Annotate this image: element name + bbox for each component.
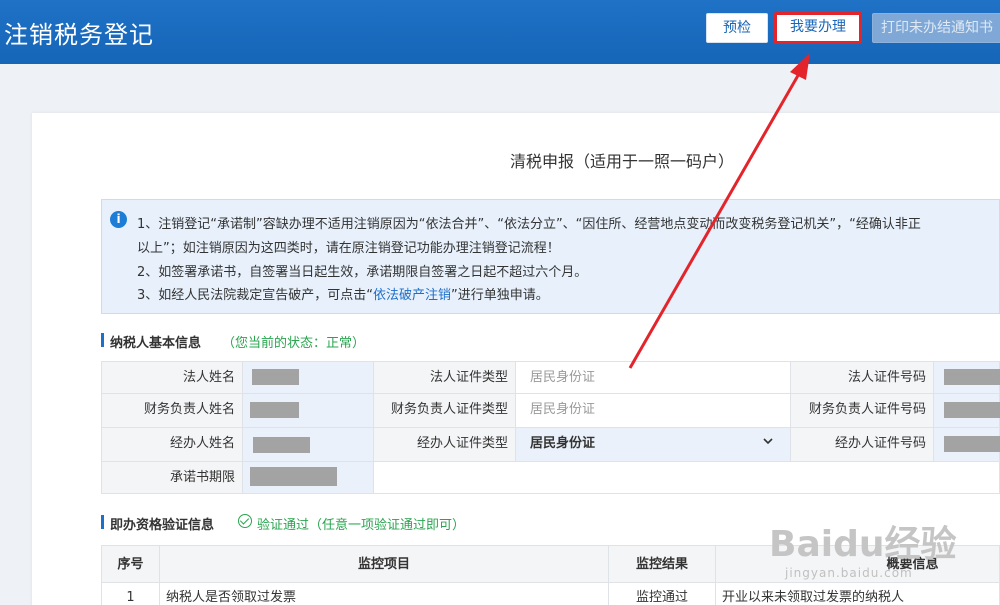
empty-cell: [373, 461, 1000, 494]
notice-line-4-suffix: ”进行单独申请。: [451, 288, 549, 303]
precheck-button[interactable]: 预检: [706, 13, 768, 43]
redacted-value: [253, 437, 310, 453]
commit-term-label: 承诺书期限: [101, 461, 243, 494]
finance-id-no-label: 财务负责人证件号码: [790, 393, 934, 428]
taxpayer-section-title: 纳税人基本信息: [110, 336, 202, 351]
watermark-url: jingyan.baidu.com: [785, 566, 913, 580]
redacted-value: [250, 402, 299, 418]
bankruptcy-cancel-link[interactable]: 依法破产注销: [373, 288, 451, 303]
column-header-index: 序号: [101, 545, 160, 583]
notice-line-4-prefix: 3、如经人民法院裁定宣告破产，可点击“: [137, 288, 374, 303]
watermark-brand: Baidu经验: [769, 524, 956, 565]
finance-id-type-label: 财务负责人证件类型: [373, 393, 516, 428]
notice-line-2: 以上”；如注销原因为这四类时，请在原注销登记功能办理注销登记流程！: [137, 241, 560, 256]
table-cell-item: 纳税人是否领取过发票: [159, 582, 609, 605]
column-header-item: 监控项目: [159, 545, 609, 583]
form-title: 清税申报（适用于一照一码户）: [510, 152, 735, 171]
print-notice-button[interactable]: 打印未办结通知书: [872, 13, 1000, 43]
legal-name-label: 法人姓名: [101, 361, 243, 394]
section-marker: [101, 333, 104, 347]
verify-status: 验证通过（任意一项验证通过即可）: [257, 518, 466, 533]
redacted-value: [252, 369, 299, 385]
legal-id-no-label: 法人证件号码: [790, 361, 934, 394]
finance-name-label: 财务负责人姓名: [101, 393, 243, 428]
agent-id-no-label: 经办人证件号码: [790, 427, 934, 462]
check-circle-icon: [238, 514, 252, 528]
finance-id-type-field[interactable]: 居民身份证: [515, 393, 791, 428]
redacted-value: [944, 369, 1000, 385]
redacted-value: [944, 436, 1000, 452]
column-header-result: 监控结果: [608, 545, 716, 583]
agent-name-label: 经办人姓名: [101, 427, 243, 462]
page-title: 注销税务登记: [4, 21, 154, 49]
redacted-value: [250, 467, 337, 486]
section-marker: [101, 515, 104, 529]
legal-id-type-label: 法人证件类型: [373, 361, 516, 394]
info-icon: i: [110, 211, 127, 228]
notice-line-1: 1、注销登记“承诺制”容缺办理不适用注销原因为“依法合并”、“依法分立”、“因住…: [137, 217, 921, 232]
agent-id-type-label: 经办人证件类型: [373, 427, 516, 462]
table-cell-summary: 开业以来未领取过发票的纳税人: [715, 582, 1000, 605]
taxpayer-status: （您当前的状态：正常）: [222, 336, 366, 351]
legal-id-type-field[interactable]: 居民身份证: [515, 361, 791, 394]
redacted-value: [944, 402, 1000, 418]
notice-line-3: 2、如签署承诺书，自签署当日起生效，承诺期限自签署之日起不超过六个月。: [137, 265, 588, 280]
notice-line-4: 3、如经人民法院裁定宣告破产，可点击“依法破产注销”进行单独申请。: [137, 284, 549, 303]
table-cell-index: 1: [101, 582, 160, 605]
table-cell-result: 监控通过: [608, 582, 716, 605]
verify-section-title: 即办资格验证信息: [110, 518, 215, 533]
agent-id-type-select[interactable]: 居民身份证: [515, 427, 791, 462]
handle-button[interactable]: 我要办理: [774, 12, 862, 44]
chevron-down-icon[interactable]: [763, 436, 773, 446]
